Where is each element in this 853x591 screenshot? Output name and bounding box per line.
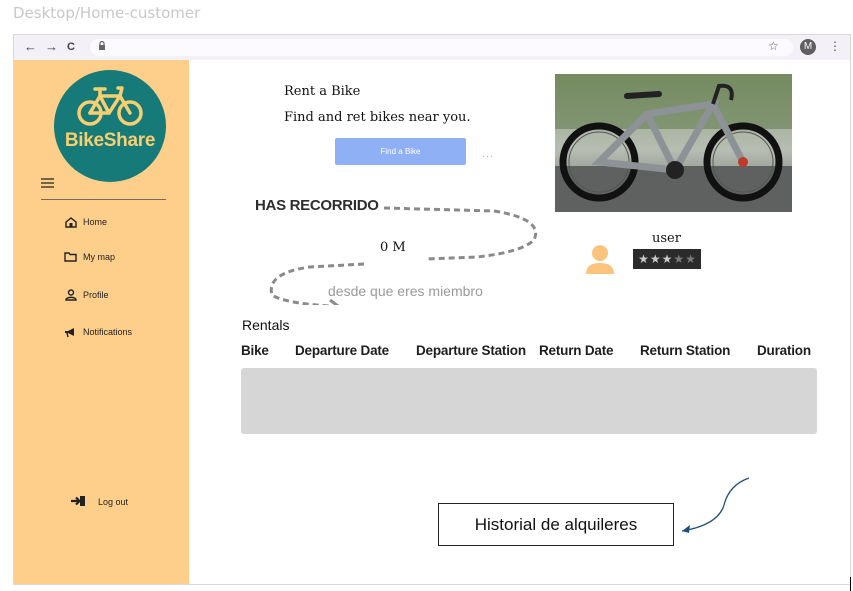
folder-icon [64, 251, 77, 263]
lock-icon [98, 40, 106, 52]
star-empty-icon: ★ [685, 252, 696, 266]
main-content: Rent a Bike Find and ret bikes near you.… [189, 60, 850, 584]
logout-button[interactable]: Log out [70, 495, 128, 509]
sidebar-item-label: Profile [83, 290, 109, 300]
column-header-departure-date[interactable]: Departure Date [295, 343, 389, 358]
star-filled-icon: ★ [661, 252, 673, 266]
person-icon [64, 289, 77, 301]
sidebar-divider [41, 199, 166, 200]
user-rating: ★ ★ ★ ★ ★ [633, 249, 701, 269]
browser-toolbar: ← → C ☆ M ⋮ [14, 35, 850, 60]
page-subtitle: Find and ret bikes near you. [284, 110, 471, 125]
rentals-title: Rentals [242, 317, 290, 333]
bike-photo [555, 74, 792, 212]
sidebar-item-my-map[interactable]: My map [64, 251, 115, 263]
megaphone-icon [64, 326, 77, 338]
bicycle-icon [77, 86, 143, 126]
browser-window: ← → C ☆ M ⋮ BikeShare Home My map Profil… [13, 34, 851, 591]
address-bar[interactable] [90, 39, 793, 56]
bookmark-star-icon[interactable]: ☆ [768, 39, 779, 53]
user-name: user [652, 231, 681, 246]
reload-icon[interactable]: C [67, 39, 75, 55]
text-cursor [850, 577, 851, 591]
annotation-arrow [681, 477, 750, 533]
logout-label: Log out [98, 497, 129, 507]
rentals-table-body [241, 368, 817, 434]
user-avatar-icon [586, 245, 614, 274]
distance-heading: HAS RECORRIDO [255, 197, 379, 214]
sidebar-item-label: Home [83, 217, 108, 227]
hamburger-menu-icon[interactable] [41, 175, 54, 191]
browser-menu-icon[interactable]: ⋮ [829, 39, 841, 53]
annotation-callout: Historial de alquileres [438, 503, 674, 546]
distance-value: 0 M [380, 240, 406, 255]
sidebar-item-notifications[interactable]: Notifications [64, 326, 132, 338]
logo-text: BikeShare [64, 130, 156, 151]
page-title: Rent a Bike [284, 84, 361, 99]
star-filled-icon: ★ [649, 252, 661, 266]
sidebar-item-profile[interactable]: Profile [64, 289, 109, 301]
logout-icon [70, 495, 86, 509]
sidebar-item-home[interactable]: Home [64, 216, 107, 228]
column-header-bike[interactable]: Bike [241, 343, 269, 358]
window-title: Desktop/Home-customer [13, 4, 201, 22]
find-bike-button[interactable]: Find a Bike [335, 138, 466, 165]
sidebar: BikeShare Home My map Profile Notificati… [14, 60, 189, 584]
column-header-duration[interactable]: Duration [757, 343, 811, 358]
star-filled-icon: ★ [638, 252, 649, 266]
forward-icon[interactable]: → [45, 39, 58, 55]
column-header-return-date[interactable]: Return Date [539, 343, 614, 358]
column-header-departure-station[interactable]: Departure Station [416, 343, 526, 358]
column-header-return-station[interactable]: Return Station [640, 343, 730, 358]
home-icon [64, 216, 77, 228]
back-icon[interactable]: ← [24, 39, 37, 55]
profile-avatar[interactable]: M [800, 39, 816, 55]
sidebar-item-label: My map [83, 252, 116, 262]
sidebar-item-label: Notifications [83, 327, 133, 337]
more-options-icon[interactable]: ... [482, 148, 494, 160]
star-empty-icon: ★ [673, 252, 685, 266]
distance-since-label: desde que eres miembro [328, 283, 483, 299]
bikeshare-logo[interactable]: BikeShare [54, 70, 166, 182]
